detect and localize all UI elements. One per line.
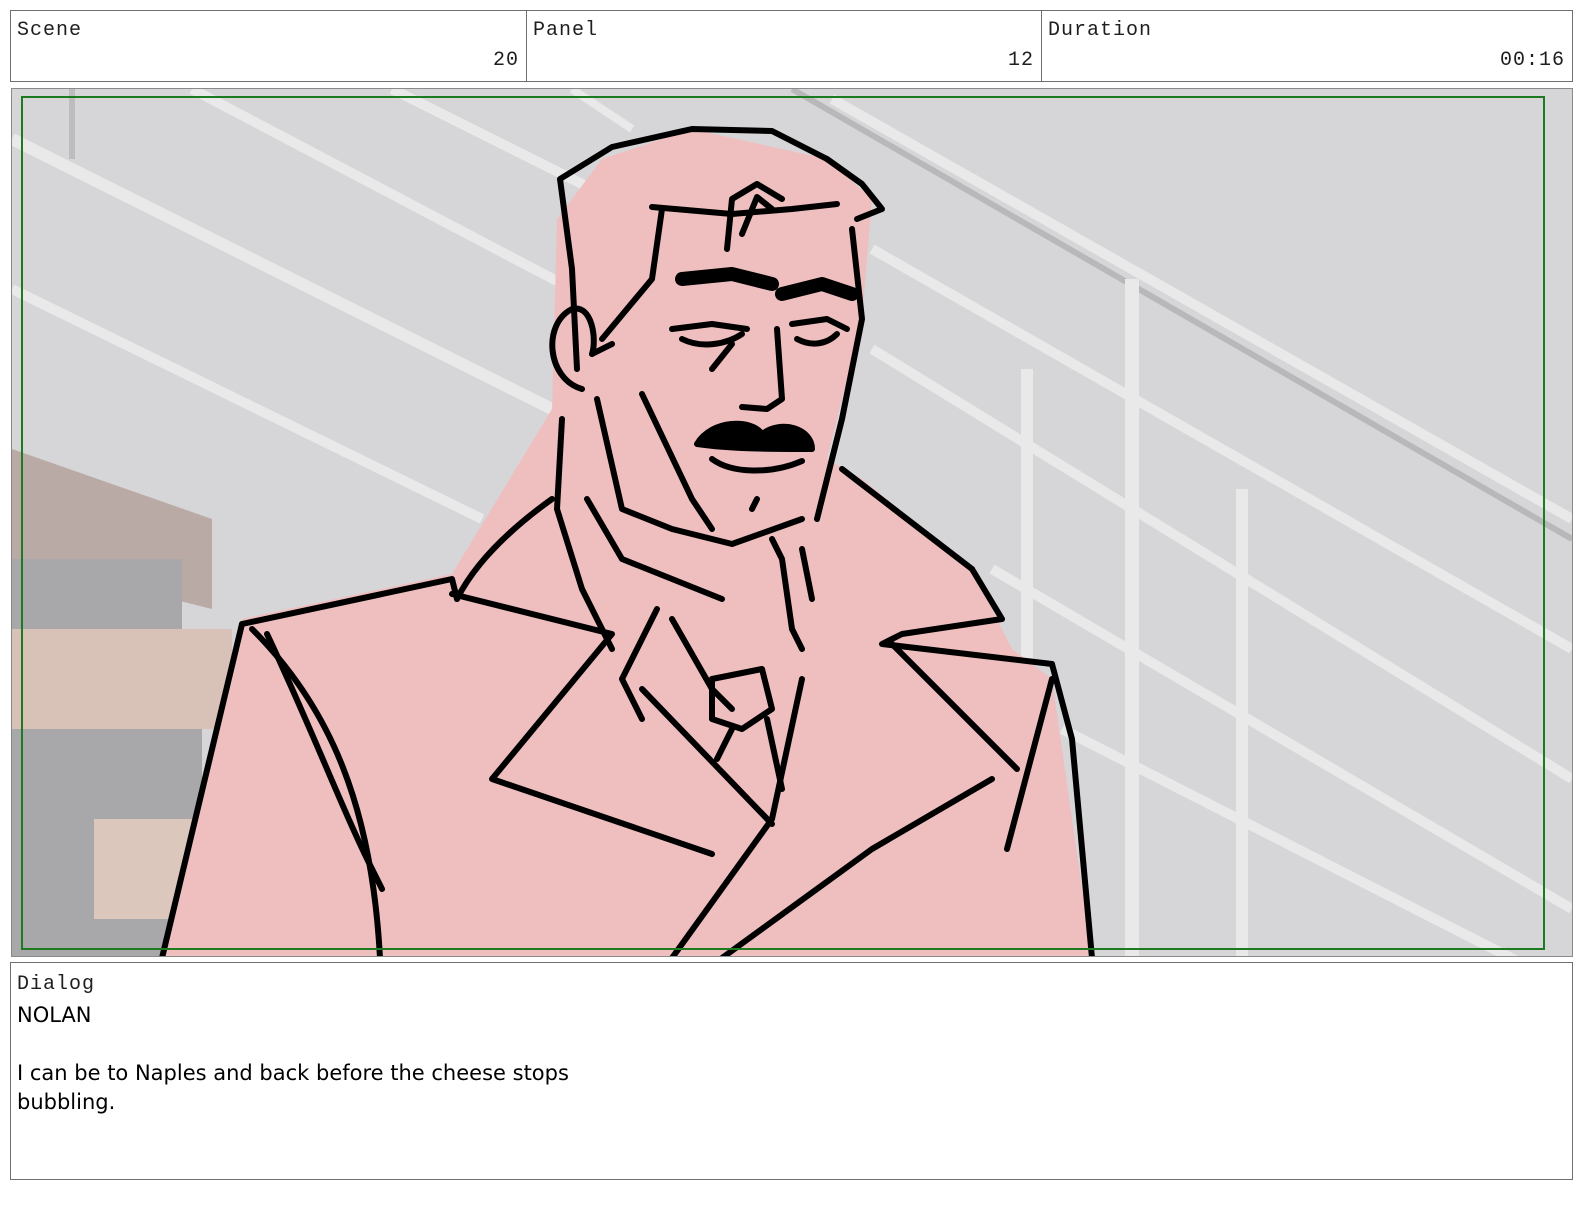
panel-cell: Panel 12 [526,11,1041,81]
storyboard-frame [11,88,1573,957]
panel-header: Scene 20 Panel 12 Duration 00:16 [10,10,1573,82]
speaker-name: NOLAN [17,1003,92,1027]
dialog-label: Dialog [17,973,96,996]
dialog-text: I can be to Naples and back before the c… [17,1059,617,1117]
dialog-line-2: bubbling. [17,1090,116,1114]
scene-label: Scene [17,19,83,42]
panel-number: 12 [1007,49,1034,72]
scene-number: 20 [492,49,519,72]
duration-cell: Duration 00:16 [1041,11,1572,81]
dialog-box: Dialog NOLAN I can be to Naples and back… [10,962,1573,1180]
storyboard-drawing [12,89,1572,956]
scene-cell: Scene 20 [11,11,526,81]
duration-value: 00:16 [1499,49,1565,72]
duration-label: Duration [1048,19,1153,42]
panel-label: Panel [533,19,599,42]
dialog-line-1: I can be to Naples and back before the c… [17,1061,569,1085]
